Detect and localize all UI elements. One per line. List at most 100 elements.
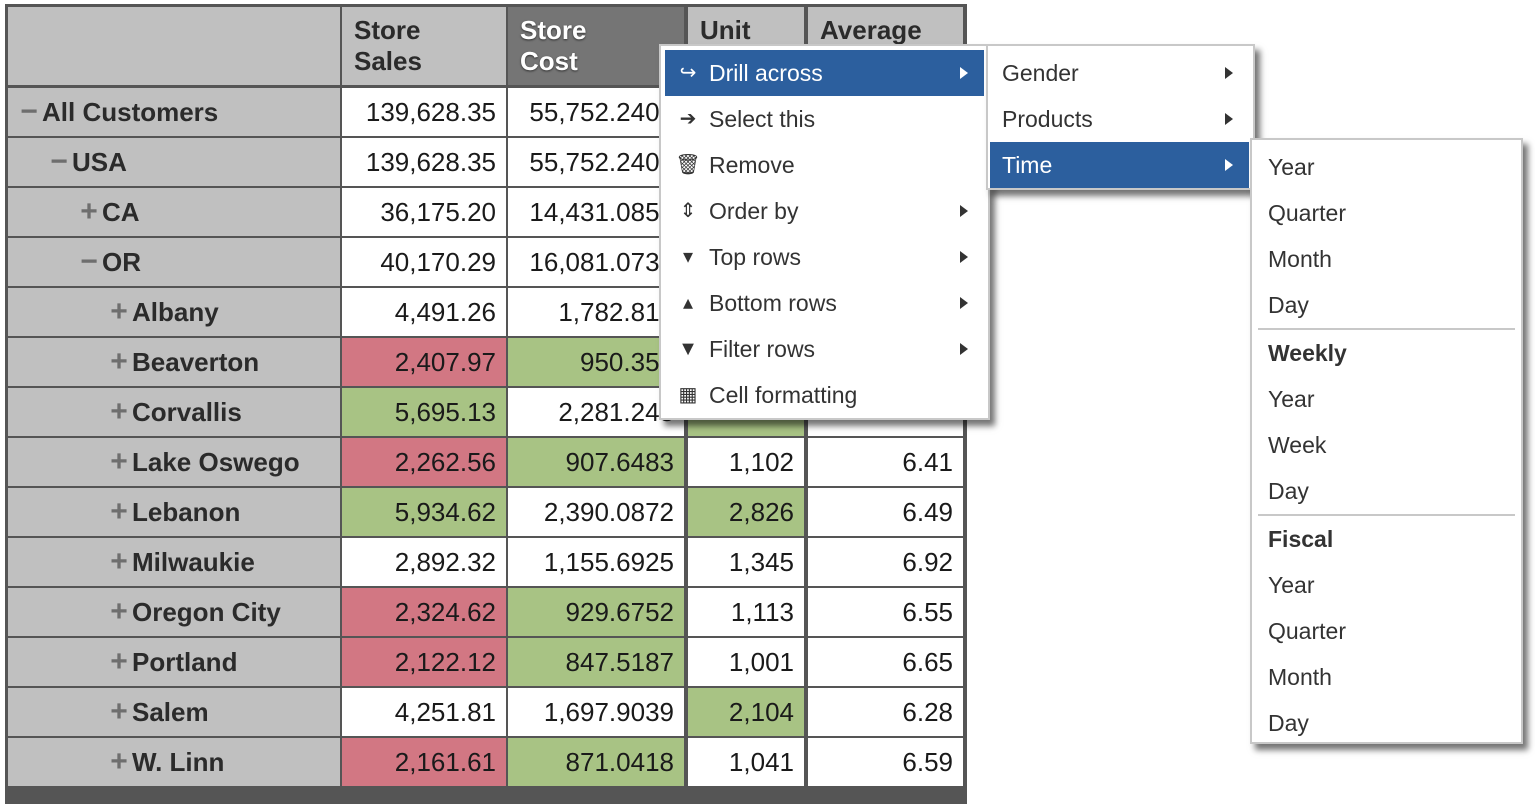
cell-store-sales[interactable]: 139,628.35: [342, 88, 506, 136]
expand-icon[interactable]: +: [108, 738, 130, 786]
cell-store-cost[interactable]: 847.5187: [508, 638, 684, 686]
row-header[interactable]: + Oregon City: [8, 588, 340, 636]
cell-average-price[interactable]: 6.28: [808, 688, 963, 736]
row-label: Lake Oswego: [132, 447, 300, 477]
expand-icon[interactable]: +: [108, 288, 130, 336]
cell-store-sales[interactable]: 36,175.20: [342, 188, 506, 236]
menu-item-drill-across[interactable]: ↪ Drill across: [665, 50, 984, 96]
expand-icon[interactable]: +: [108, 688, 130, 736]
menu-item-remove[interactable]: 🗑 Remove: [665, 142, 984, 188]
cell-store-sales[interactable]: 4,251.81: [342, 688, 506, 736]
cell-store-sales[interactable]: 2,407.97: [342, 338, 506, 386]
menu-item-filter-rows[interactable]: ▼ Filter rows: [665, 326, 984, 372]
drill-item-gender[interactable]: Gender: [990, 50, 1249, 96]
menu-item-select-this[interactable]: ➔ Select this: [665, 96, 984, 142]
cell-store-cost[interactable]: 929.6752: [508, 588, 684, 636]
cell-store-cost[interactable]: 1,155.6925: [508, 538, 684, 586]
time-item-year[interactable]: Year: [1254, 376, 1519, 422]
expand-icon[interactable]: +: [108, 638, 130, 686]
row-header[interactable]: + W. Linn: [8, 738, 340, 786]
row-header[interactable]: + Beaverton: [8, 338, 340, 386]
row-header[interactable]: + CA: [8, 188, 340, 236]
time-item-day[interactable]: Day: [1254, 468, 1519, 514]
cell-store-sales[interactable]: 2,262.56: [342, 438, 506, 486]
row-header[interactable]: + Milwaukie: [8, 538, 340, 586]
expand-icon[interactable]: +: [108, 538, 130, 586]
time-item-day[interactable]: Day: [1254, 700, 1519, 746]
cell-unit-sales[interactable]: 1,001: [688, 638, 804, 686]
column-header-store-cost[interactable]: Store Cost: [508, 7, 684, 85]
row-header[interactable]: − USA: [8, 138, 340, 186]
cell-unit-sales[interactable]: 1,041: [688, 738, 804, 786]
cell-store-sales[interactable]: 2,122.12: [342, 638, 506, 686]
row-header[interactable]: + Lebanon: [8, 488, 340, 536]
cell-average-price[interactable]: 6.92: [808, 538, 963, 586]
cell-store-sales[interactable]: 139,628.35: [342, 138, 506, 186]
menu-item-bottom-rows[interactable]: ▴ Bottom rows: [665, 280, 984, 326]
cell-store-sales[interactable]: 40,170.29: [342, 238, 506, 286]
drill-item-products[interactable]: Products: [990, 96, 1249, 142]
cell-unit-sales[interactable]: 2,826: [688, 488, 804, 536]
row-header[interactable]: + Lake Oswego: [8, 438, 340, 486]
cell-average-price[interactable]: 6.49: [808, 488, 963, 536]
time-item-quarter[interactable]: Quarter: [1254, 190, 1519, 236]
cell-store-cost[interactable]: 1,697.9039: [508, 688, 684, 736]
cell-store-cost[interactable]: 907.6483: [508, 438, 684, 486]
expand-icon[interactable]: +: [108, 338, 130, 386]
cell-store-sales[interactable]: 2,161.61: [342, 738, 506, 786]
cell-unit-sales[interactable]: 1,345: [688, 538, 804, 586]
cell-store-cost[interactable]: 2,390.0872: [508, 488, 684, 536]
cell-unit-sales[interactable]: 1,102: [688, 438, 804, 486]
cell-store-cost[interactable]: 55,752.2406: [508, 138, 684, 186]
drill-across-submenu: Gender Products Time: [986, 44, 1255, 190]
time-item-month[interactable]: Month: [1254, 654, 1519, 700]
cell-store-sales[interactable]: 2,324.62: [342, 588, 506, 636]
arrow-right-icon: ➔: [679, 108, 697, 130]
row-header[interactable]: + Portland: [8, 638, 340, 686]
collapse-icon[interactable]: −: [48, 138, 70, 186]
cell-store-cost[interactable]: 16,081.0731: [508, 238, 684, 286]
row-label: Oregon City: [132, 597, 281, 627]
row-header[interactable]: − All Customers: [8, 88, 340, 136]
expand-icon[interactable]: +: [78, 188, 100, 236]
cell-average-price[interactable]: 6.55: [808, 588, 963, 636]
menu-item-cell-formatting[interactable]: ▦ Cell formatting: [665, 372, 984, 418]
cell-average-price[interactable]: 6.41: [808, 438, 963, 486]
collapse-icon[interactable]: −: [18, 88, 40, 136]
time-item-year[interactable]: Year: [1254, 144, 1519, 190]
cell-store-sales[interactable]: 2,892.32: [342, 538, 506, 586]
cell-store-cost[interactable]: 55,752.2406: [508, 88, 684, 136]
time-item-day[interactable]: Day: [1254, 282, 1519, 328]
expand-icon[interactable]: +: [108, 388, 130, 436]
cell-store-cost[interactable]: 2,281.248: [508, 388, 684, 436]
expand-icon[interactable]: +: [108, 438, 130, 486]
cell-store-sales[interactable]: 4,491.26: [342, 288, 506, 336]
expand-icon[interactable]: +: [108, 488, 130, 536]
cell-store-cost[interactable]: 871.0418: [508, 738, 684, 786]
cell-store-cost[interactable]: 14,431.0851: [508, 188, 684, 236]
collapse-icon[interactable]: −: [78, 238, 100, 286]
time-item-week[interactable]: Week: [1254, 422, 1519, 468]
cell-store-sales[interactable]: 5,934.62: [342, 488, 506, 536]
row-header[interactable]: − OR: [8, 238, 340, 286]
column-header-store-sales[interactable]: Store Sales: [342, 7, 506, 85]
drill-item-time[interactable]: Time: [990, 142, 1249, 188]
expand-icon[interactable]: +: [108, 588, 130, 636]
menu-item-label: Cell formatting: [709, 382, 858, 408]
cell-average-price[interactable]: 6.65: [808, 638, 963, 686]
menu-item-top-rows[interactable]: ▾ Top rows: [665, 234, 984, 280]
time-item-month[interactable]: Month: [1254, 236, 1519, 282]
cell-store-sales[interactable]: 5,695.13: [342, 388, 506, 436]
time-item-quarter[interactable]: Quarter: [1254, 608, 1519, 654]
row-header[interactable]: + Salem: [8, 688, 340, 736]
cell-store-cost[interactable]: 950.359: [508, 338, 684, 386]
row-header[interactable]: + Albany: [8, 288, 340, 336]
cell-unit-sales[interactable]: 1,113: [688, 588, 804, 636]
cell-average-price[interactable]: 6.59: [808, 738, 963, 786]
cell-unit-sales[interactable]: 2,104: [688, 688, 804, 736]
context-menu: ↪ Drill across ➔ Select this 🗑 Remove ⇕ Order b…: [659, 44, 990, 420]
row-header[interactable]: + Corvallis: [8, 388, 340, 436]
cell-store-cost[interactable]: 1,782.817: [508, 288, 684, 336]
menu-item-order-by[interactable]: ⇕ Order by: [665, 188, 984, 234]
time-item-year[interactable]: Year: [1254, 562, 1519, 608]
